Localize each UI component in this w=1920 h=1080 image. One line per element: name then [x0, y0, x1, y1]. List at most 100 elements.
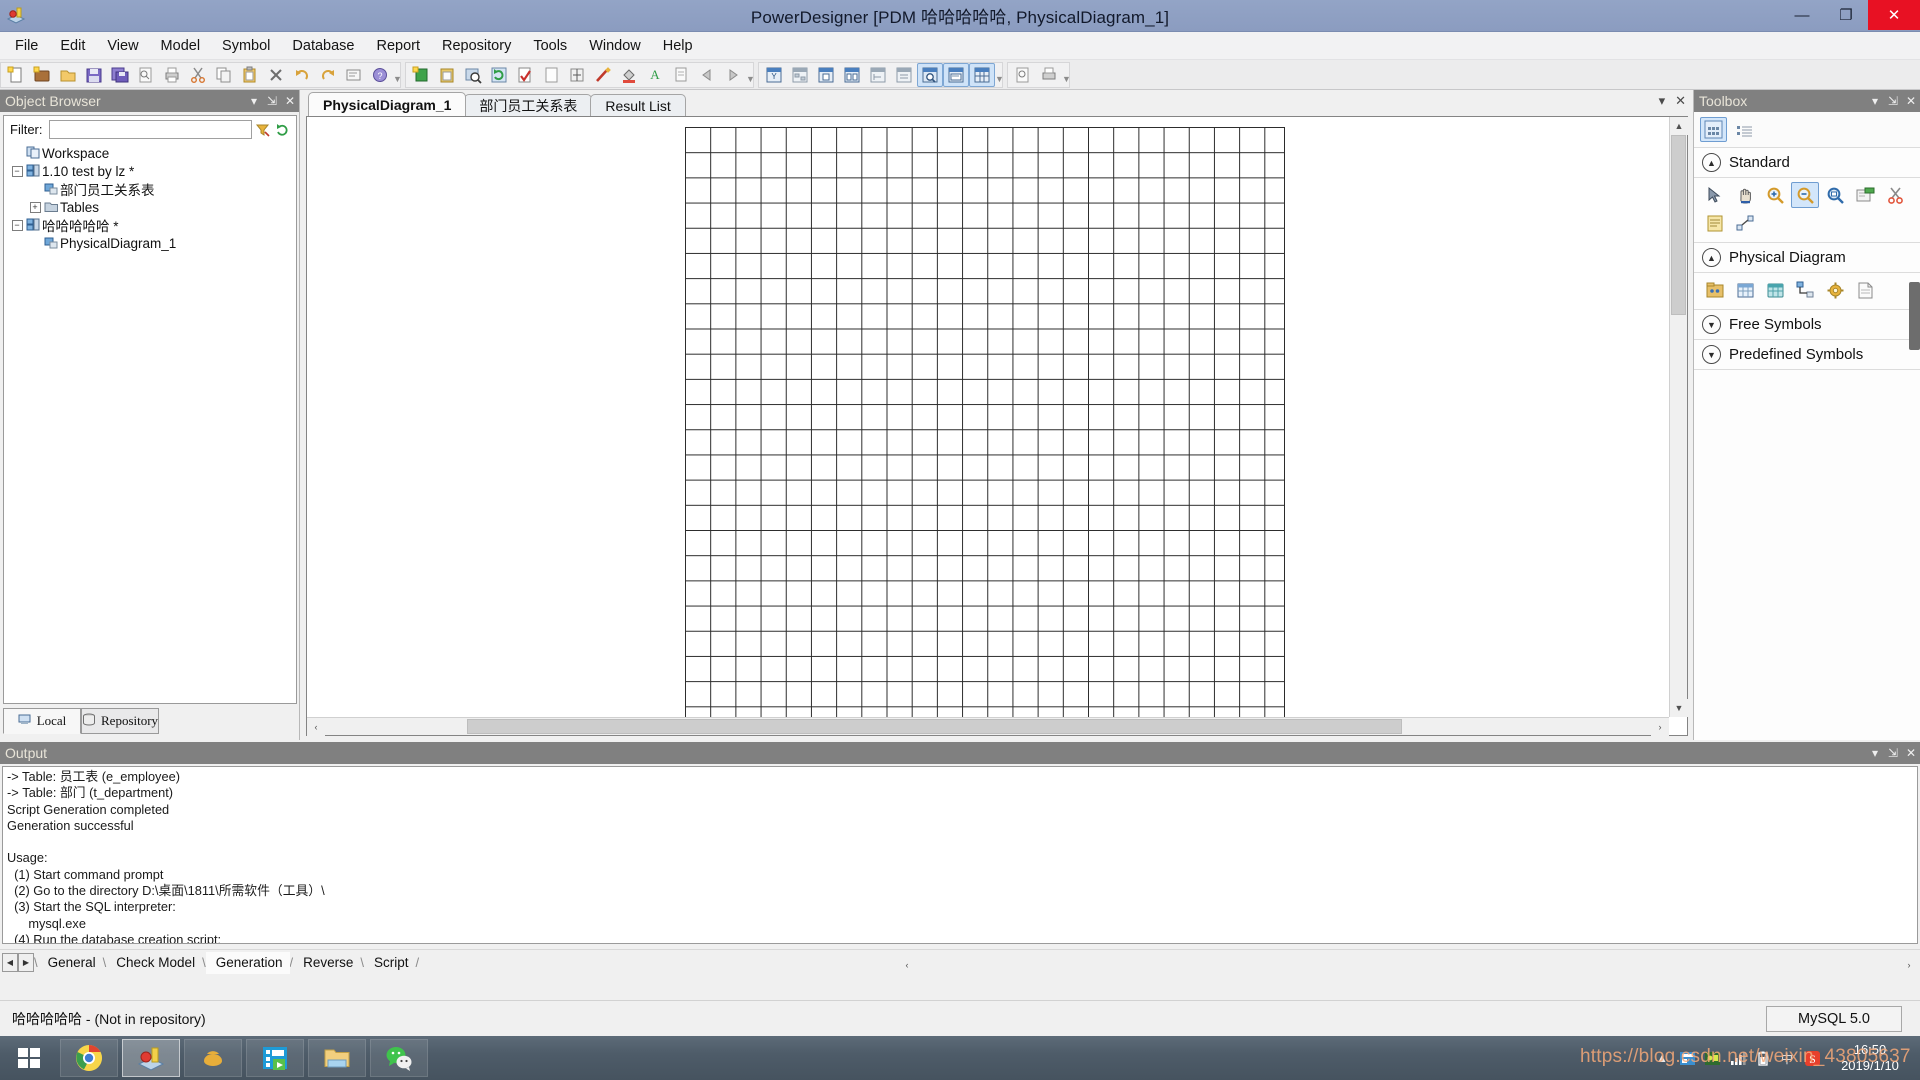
output-tab-reverse[interactable]: Reverse [293, 952, 360, 974]
print-icon[interactable] [159, 63, 185, 87]
filter-apply-icon[interactable] [252, 120, 272, 140]
package-icon[interactable] [1701, 277, 1729, 303]
taskbar-wechat-icon[interactable] [370, 1039, 428, 1077]
open-package-icon[interactable] [1851, 182, 1879, 208]
zoom-out-icon[interactable] [1791, 182, 1819, 208]
toolbar-overflow-2[interactable]: ▼ [746, 74, 755, 87]
view-icon[interactable] [1761, 277, 1789, 303]
output-horizontal-scrollbar[interactable]: ‹ › [898, 954, 1918, 976]
redo-icon[interactable] [315, 63, 341, 87]
check-model-icon[interactable] [512, 63, 538, 87]
output-tab-generation[interactable]: Generation [205, 951, 290, 974]
save-all-icon[interactable] [107, 63, 133, 87]
menu-report[interactable]: Report [365, 34, 431, 58]
prev-icon[interactable] [694, 63, 720, 87]
open-icon[interactable] [55, 63, 81, 87]
blank-page-icon[interactable] [538, 63, 564, 87]
scroll-up-icon[interactable]: ▲ [1670, 117, 1688, 135]
find-icon[interactable] [460, 63, 486, 87]
tree-node-model-1[interactable]: − 1.10 test by lz * [10, 162, 296, 180]
tab-department-employee[interactable]: 部门员工关系表 [464, 94, 593, 116]
close-icon[interactable]: ✕ [1902, 94, 1920, 108]
maximize-button[interactable]: ❐ [1824, 0, 1868, 30]
tree-node-diagram-1[interactable]: 部门员工关系表 [10, 180, 296, 198]
view-list-icon[interactable] [891, 63, 917, 87]
toolbox-scrollbar-thumb[interactable] [1909, 282, 1920, 350]
scroll-left-icon[interactable]: ‹ [898, 956, 916, 974]
output-tab-check-model[interactable]: Check Model [106, 952, 202, 974]
tree-node-model-2[interactable]: − 哈哈哈哈哈 * [10, 216, 296, 234]
menu-file[interactable]: File [4, 34, 49, 58]
note-icon[interactable] [1701, 210, 1729, 236]
new-table-icon[interactable] [408, 63, 434, 87]
menu-view[interactable]: View [96, 34, 149, 58]
preview-icon[interactable] [1010, 63, 1036, 87]
grid-view-icon[interactable] [969, 62, 995, 87]
tree-expander[interactable]: − [10, 219, 24, 231]
print-preview-icon[interactable] [133, 63, 159, 87]
new-model-icon[interactable] [3, 63, 29, 87]
minimize-button[interactable]: — [1780, 0, 1824, 30]
toolbox-group-free-symbols[interactable]: ▼ Free Symbols [1694, 310, 1920, 340]
format-brush-icon[interactable] [590, 63, 616, 87]
output-tab-general[interactable]: General [38, 952, 103, 974]
windows-start-icon[interactable] [0, 1036, 58, 1080]
dropdown-icon[interactable]: ▾ [1866, 94, 1884, 108]
taskbar-clock[interactable]: 16:50 2019/1/10 [1828, 1042, 1912, 1074]
zoom-area-icon[interactable] [917, 62, 943, 87]
taskbar-chrome-icon[interactable] [60, 1039, 118, 1077]
menu-tools[interactable]: Tools [522, 34, 578, 58]
properties-icon[interactable] [341, 63, 367, 87]
network-icon[interactable] [1728, 1049, 1746, 1067]
view-diagram-icon[interactable]: Y [761, 63, 787, 87]
output-tab-script[interactable]: Script [364, 952, 416, 974]
pointer-icon[interactable] [1701, 182, 1729, 208]
pin-icon[interactable]: ⇲ [1884, 94, 1902, 108]
tab-result-list[interactable]: Result List [590, 94, 686, 116]
tree-node-diagram-2[interactable]: PhysicalDiagram_1 [10, 234, 296, 252]
security-icon[interactable] [1703, 1049, 1721, 1067]
close-button[interactable]: ✕ [1868, 0, 1920, 30]
procedure-icon[interactable] [1821, 277, 1849, 303]
canvas-horizontal-scrollbar[interactable]: ‹ › [307, 717, 1669, 736]
scroll-right-icon[interactable]: › [1651, 718, 1669, 736]
tab-physicaldiagram-1[interactable]: PhysicalDiagram_1 [308, 92, 467, 116]
dropdown-icon[interactable]: ▾ [245, 94, 263, 108]
save-icon[interactable] [81, 63, 107, 87]
next-icon[interactable] [720, 63, 746, 87]
tab-repository[interactable]: Repository [81, 708, 160, 734]
sogou-icon[interactable]: S [1803, 1049, 1821, 1067]
menu-model[interactable]: Model [150, 34, 212, 58]
close-icon[interactable]: ✕ [1902, 746, 1920, 760]
toolbar-overflow-1[interactable]: ▼ [393, 74, 402, 87]
undo-icon[interactable] [289, 63, 315, 87]
list-view-icon[interactable] [1731, 117, 1758, 142]
canvas-vertical-scrollbar[interactable]: ▲ ▼ [1669, 117, 1688, 717]
dropdown-icon[interactable]: ▾ [1659, 93, 1666, 109]
filter-input[interactable] [48, 120, 252, 139]
tab-nav-prev[interactable]: ◀ [2, 953, 18, 972]
ime-icon[interactable]: 中 [1778, 1049, 1796, 1067]
close-icon[interactable]: ✕ [1675, 93, 1686, 109]
menu-edit[interactable]: Edit [49, 34, 96, 58]
chevron-up-icon[interactable]: ▲ [1702, 248, 1721, 267]
input-method-app-icon[interactable] [1678, 1049, 1696, 1067]
zoom-fit-icon[interactable] [1821, 182, 1849, 208]
delete-icon[interactable] [263, 63, 289, 87]
taskbar-file-explorer-icon[interactable] [308, 1039, 366, 1077]
taskbar-media-tool-icon[interactable] [246, 1039, 304, 1077]
help-icon[interactable]: ? [367, 63, 393, 87]
view-dependencies-icon[interactable] [787, 63, 813, 87]
table-icon[interactable] [1731, 277, 1759, 303]
new-package-icon[interactable] [29, 63, 55, 87]
cut-icon[interactable] [185, 63, 211, 87]
filter-refresh-icon[interactable] [272, 120, 292, 140]
menu-repository[interactable]: Repository [431, 34, 522, 58]
diagram-canvas[interactable]: ▲ ▼ ‹ › [306, 116, 1688, 736]
view-page-icon[interactable] [813, 63, 839, 87]
zoom-in-icon[interactable] [1761, 182, 1789, 208]
pin-icon[interactable]: ⇲ [263, 94, 281, 108]
refresh-icon[interactable] [486, 63, 512, 87]
align-icon[interactable] [564, 63, 590, 87]
comment-view-icon[interactable] [943, 62, 969, 87]
